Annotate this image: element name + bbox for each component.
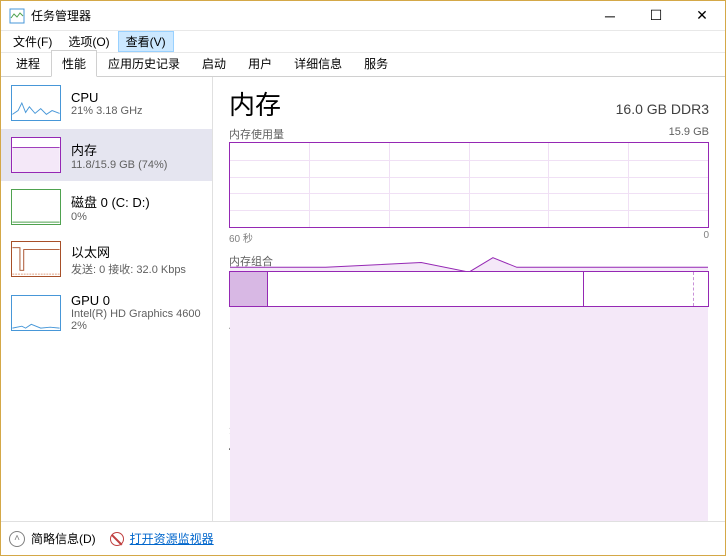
tab-startup[interactable]: 启动 — [191, 50, 237, 76]
memory-label: 内存 — [71, 140, 167, 159]
gpu-thumb-icon — [11, 295, 61, 331]
memory-usage-chart — [229, 142, 709, 228]
footer: ˄ 简略信息(D) 打开资源监视器 — [1, 521, 725, 555]
ethernet-label: 以太网 — [71, 242, 186, 261]
gpu-pct: 2% — [71, 320, 201, 332]
open-resource-monitor-link[interactable]: 打开资源监视器 — [130, 530, 214, 547]
tab-processes[interactable]: 进程 — [5, 50, 51, 76]
disk-label: 磁盘 0 (C: D:) — [71, 192, 150, 211]
disk-detail: 0% — [71, 211, 150, 223]
usage-chart-max: 15.9 GB — [669, 126, 709, 142]
memory-composition-chart — [229, 271, 709, 307]
sidebar-item-ethernet[interactable]: 以太网发送: 0 接收: 32.0 Kbps — [1, 233, 212, 285]
close-button[interactable]: ✕ — [679, 1, 725, 31]
menu-file[interactable]: 文件(F) — [5, 31, 60, 52]
sidebar-item-cpu[interactable]: CPU21% 3.18 GHz — [1, 77, 212, 129]
tab-services[interactable]: 服务 — [353, 50, 399, 76]
window-title: 任务管理器 — [31, 7, 587, 24]
tab-details[interactable]: 详细信息 — [283, 50, 353, 76]
cpu-detail: 21% 3.18 GHz — [71, 105, 143, 117]
memory-total: 16.0 GB DDR3 — [616, 101, 709, 117]
fewer-details-link[interactable]: 简略信息(D) — [31, 530, 96, 547]
app-icon — [9, 8, 25, 24]
usage-chart-label: 内存使用量 — [229, 126, 284, 142]
gpu-detail: Intel(R) HD Graphics 4600 — [71, 308, 201, 320]
memory-thumb-icon — [11, 137, 61, 173]
cpu-label: CPU — [71, 90, 143, 105]
chevron-up-icon[interactable]: ˄ — [9, 531, 25, 547]
maximize-button[interactable]: ☐ — [633, 1, 679, 31]
page-title: 内存 — [229, 85, 281, 122]
menu-view[interactable]: 查看(V) — [118, 31, 174, 52]
titlebar: 任务管理器 ─ ☐ ✕ — [1, 1, 725, 31]
cpu-thumb-icon — [11, 85, 61, 121]
sidebar-item-disk[interactable]: 磁盘 0 (C: D:)0% — [1, 181, 212, 233]
main-panel: 内存 16.0 GB DDR3 内存使用量 15.9 GB 60 秒 0 内存组… — [213, 77, 725, 521]
resource-monitor-icon — [110, 532, 124, 546]
sidebar: CPU21% 3.18 GHz 内存11.8/15.9 GB (74%) 磁盘 … — [1, 77, 213, 521]
menu-options[interactable]: 选项(O) — [60, 31, 117, 52]
minimize-button[interactable]: ─ — [587, 1, 633, 31]
tab-performance[interactable]: 性能 — [51, 50, 97, 77]
tabbar: 进程 性能 应用历史记录 启动 用户 详细信息 服务 — [1, 53, 725, 77]
ethernet-thumb-icon — [11, 241, 61, 277]
ethernet-detail: 发送: 0 接收: 32.0 Kbps — [71, 261, 186, 277]
disk-thumb-icon — [11, 189, 61, 225]
tab-users[interactable]: 用户 — [237, 50, 283, 76]
sidebar-item-memory[interactable]: 内存11.8/15.9 GB (74%) — [1, 129, 212, 181]
sidebar-item-gpu[interactable]: GPU 0Intel(R) HD Graphics 46002% — [1, 285, 212, 340]
memory-detail: 11.8/15.9 GB (74%) — [71, 159, 167, 171]
tab-app-history[interactable]: 应用历史记录 — [97, 50, 191, 76]
gpu-label: GPU 0 — [71, 293, 201, 308]
